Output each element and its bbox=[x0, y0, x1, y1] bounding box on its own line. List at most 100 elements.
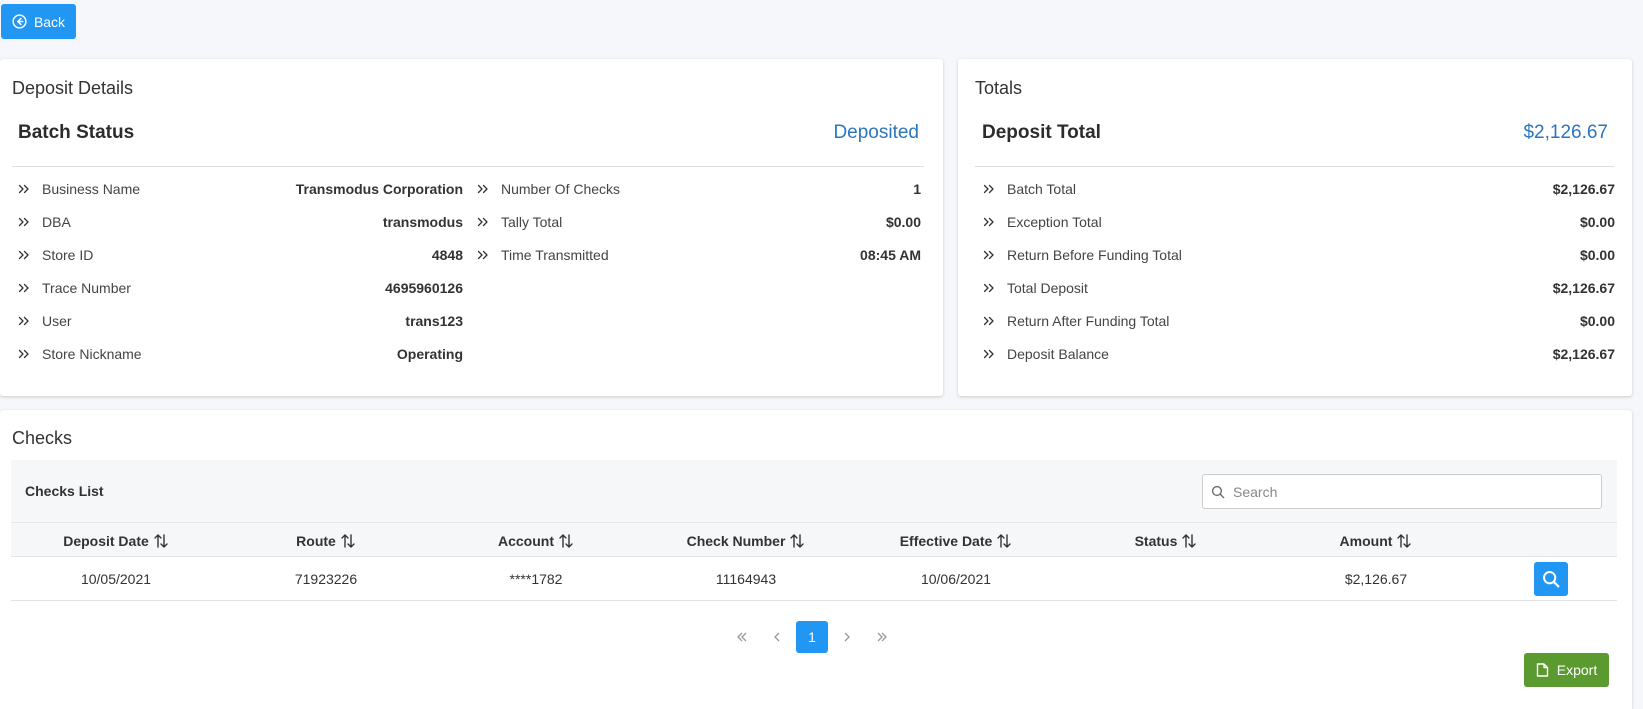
chevrons-right-icon-wrap bbox=[477, 184, 501, 194]
detail-label: Tally Total bbox=[501, 214, 563, 230]
totals-title: Totals bbox=[975, 78, 1023, 98]
deposit-total-value: $2,126.67 bbox=[1523, 122, 1608, 143]
column-header-status[interactable]: Status bbox=[1061, 523, 1271, 558]
detail-value: $2,126.67 bbox=[1552, 280, 1615, 296]
sort-icon bbox=[341, 533, 355, 548]
cell-account: ****1782 bbox=[509, 571, 563, 587]
chevrons-right-icon bbox=[18, 217, 29, 227]
detail-value: 4695960126 bbox=[385, 280, 463, 296]
column-header-label: Check Number bbox=[686, 532, 786, 549]
detail-value: transmodus bbox=[382, 214, 463, 230]
detail-value: $2,126.67 bbox=[1552, 181, 1615, 197]
detail-label: Business Name bbox=[42, 181, 141, 197]
chevrons-right-icon-wrap bbox=[477, 217, 501, 227]
detail-label: Exception Total bbox=[1007, 214, 1102, 230]
sort-icon bbox=[1182, 533, 1197, 548]
checks-card: Checks Checks List Deposit Date Route Acco… bbox=[0, 410, 1632, 709]
chevrons-right-icon bbox=[18, 250, 29, 260]
checks-list-toolbar: Checks List bbox=[11, 460, 1617, 522]
chevrons-right-icon-wrap bbox=[983, 283, 1007, 293]
detail-label: DBA bbox=[42, 214, 71, 230]
column-header-effective-date[interactable]: Effective Date bbox=[851, 523, 1061, 558]
last-page-button[interactable] bbox=[866, 621, 898, 653]
chevrons-right-icon bbox=[877, 632, 887, 642]
cell-amount: $2,126.67 bbox=[1344, 571, 1408, 587]
chevrons-right-icon-wrap bbox=[18, 349, 42, 359]
chevrons-right-icon-wrap bbox=[18, 217, 42, 227]
chevrons-right-icon-wrap bbox=[983, 349, 1007, 359]
file-icon bbox=[1536, 663, 1548, 677]
chevrons-right-icon bbox=[983, 217, 994, 227]
detail-label: Return After Funding Total bbox=[1007, 313, 1170, 329]
chevron-left-icon bbox=[774, 632, 780, 642]
chevrons-right-icon bbox=[477, 184, 488, 194]
chevrons-right-icon bbox=[983, 316, 994, 326]
cell-deposit-date: 10/05/2021 bbox=[80, 571, 152, 587]
search-box[interactable] bbox=[1202, 474, 1602, 509]
view-check-button[interactable] bbox=[1534, 562, 1568, 596]
detail-row: Store ID 4848 bbox=[18, 244, 463, 266]
chevrons-right-icon-wrap bbox=[18, 250, 42, 260]
chevrons-right-icon-wrap bbox=[983, 316, 1007, 326]
chevrons-right-icon-wrap bbox=[983, 250, 1007, 260]
column-header-label: Deposit Date bbox=[63, 532, 149, 549]
totals-card: Totals Deposit Total $2,126.67 Batch Tot… bbox=[958, 59, 1632, 396]
detail-row: Return Before Funding Total $0.00 bbox=[983, 244, 1615, 266]
column-header-check-number[interactable]: Check Number bbox=[641, 523, 851, 558]
export-button[interactable]: Export bbox=[1524, 653, 1609, 687]
next-page-button[interactable] bbox=[831, 621, 863, 653]
deposit-details-divider bbox=[12, 166, 924, 167]
chevrons-right-icon bbox=[18, 184, 29, 194]
batch-status-label: Batch Status bbox=[18, 122, 135, 143]
first-page-button[interactable] bbox=[726, 621, 758, 653]
detail-value: Operating bbox=[396, 346, 463, 362]
sort-icon bbox=[997, 533, 1011, 548]
page-button-1[interactable]: 1 bbox=[796, 621, 828, 653]
detail-label: Total Deposit bbox=[1007, 280, 1088, 296]
detail-row: User trans123 bbox=[18, 310, 463, 332]
export-button-label: Export bbox=[1556, 662, 1598, 678]
back-button-label: Back bbox=[33, 13, 66, 30]
detail-row: Exception Total $0.00 bbox=[983, 211, 1615, 233]
chevrons-right-icon bbox=[477, 250, 488, 260]
detail-row: Return After Funding Total $0.00 bbox=[983, 310, 1615, 332]
detail-row: Time Transmitted 08:45 AM bbox=[477, 244, 921, 266]
column-header-account[interactable]: Account bbox=[431, 523, 641, 558]
detail-label: Trace Number bbox=[42, 280, 131, 296]
detail-label: Store Nickname bbox=[42, 346, 142, 362]
previous-page-button[interactable] bbox=[761, 621, 793, 653]
column-header-label: Account bbox=[498, 532, 554, 549]
column-header-amount[interactable]: Amount bbox=[1271, 523, 1481, 558]
table-row: 10/05/2021 71923226 ****1782 11164943 10… bbox=[11, 557, 1617, 601]
detail-value: $0.00 bbox=[1579, 247, 1615, 263]
chevrons-right-icon bbox=[477, 217, 488, 227]
search-icon bbox=[1543, 571, 1560, 588]
sort-icon bbox=[559, 533, 573, 548]
chevrons-left-icon bbox=[737, 632, 747, 642]
chevrons-right-icon-wrap bbox=[18, 283, 42, 293]
search-icon bbox=[1211, 485, 1225, 498]
detail-value: $0.00 bbox=[1579, 313, 1615, 329]
checks-title: Checks bbox=[12, 428, 73, 448]
column-header-route[interactable]: Route bbox=[221, 523, 431, 558]
column-header-label: Route bbox=[296, 532, 336, 549]
detail-row: Tally Total $0.00 bbox=[477, 211, 921, 233]
detail-value: trans123 bbox=[405, 313, 463, 329]
detail-row: Number Of Checks 1 bbox=[477, 178, 921, 200]
checks-list-title: Checks List bbox=[25, 483, 104, 499]
back-button[interactable]: Back bbox=[1, 4, 76, 39]
detail-value: 1 bbox=[913, 181, 921, 197]
cell-effective-date: 10/06/2021 bbox=[920, 571, 992, 587]
sort-icon bbox=[1397, 533, 1412, 548]
detail-row: Store Nickname Operating bbox=[18, 343, 463, 365]
chevrons-right-icon-wrap bbox=[18, 184, 42, 194]
checks-table-header: Deposit Date Route Account Check Number Effe… bbox=[11, 522, 1617, 557]
deposit-details-title: Deposit Details bbox=[12, 78, 134, 98]
detail-value: $0.00 bbox=[885, 214, 921, 230]
search-input[interactable] bbox=[1233, 483, 1593, 500]
column-header-deposit-date[interactable]: Deposit Date bbox=[11, 523, 221, 558]
cell-status bbox=[1061, 557, 1271, 601]
detail-row: Trace Number 4695960126 bbox=[18, 277, 463, 299]
detail-value: 08:45 AM bbox=[860, 247, 921, 263]
detail-row: Business Name Transmodus Corporation bbox=[18, 178, 463, 200]
